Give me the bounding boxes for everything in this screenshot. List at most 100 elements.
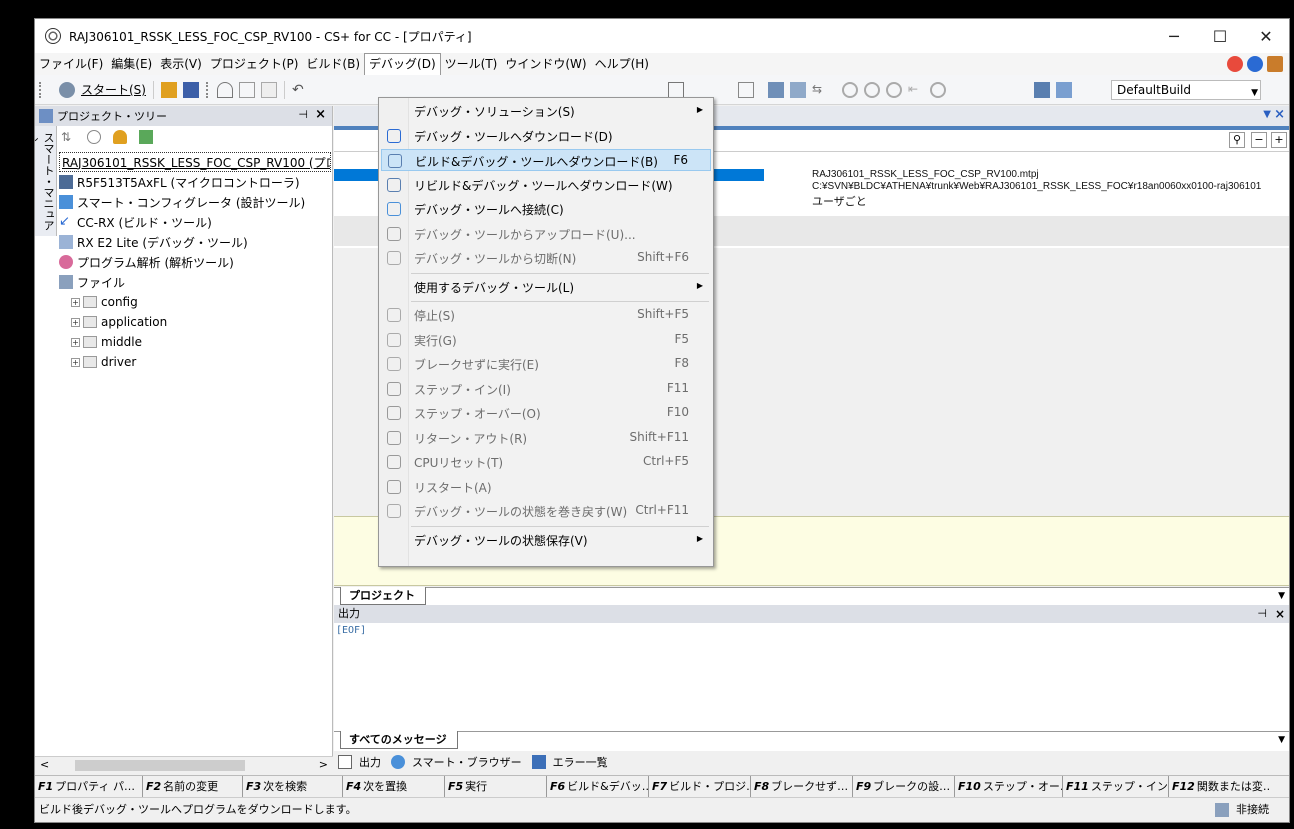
debug-menu-item[interactable]: ステップ・オーバー(O) F10 — [381, 402, 711, 424]
debug-menu-item[interactable]: デバッグ・ツールの状態保存(V) ▶ — [381, 529, 711, 551]
tab-project[interactable]: プロジェクト — [340, 587, 426, 605]
bug-icon[interactable] — [692, 82, 708, 98]
collapse-icon[interactable]: − — [1251, 132, 1267, 148]
tree-item-debug-tool[interactable]: RX E2 Lite (デバッグ・ツール) — [59, 232, 331, 252]
tab-smart-browser[interactable]: スマート・ブラウザー — [391, 754, 522, 770]
sort-icon[interactable]: ⇅ — [61, 130, 75, 144]
paste-icon[interactable] — [260, 81, 277, 98]
tree-folder-middle[interactable]: + middle — [59, 332, 331, 352]
tab-output[interactable]: 出力 — [338, 754, 381, 770]
undo-icon[interactable]: ↶ — [292, 82, 308, 98]
refresh-icon[interactable] — [139, 130, 153, 144]
tree-folder-config[interactable]: + config — [59, 292, 331, 312]
debug-menu-item[interactable]: リビルド&デバッグ・ツールへダウンロード(W) — [381, 174, 711, 196]
tree-item-smart-configurator[interactable]: スマート・コンフィグレータ (設計ツール) — [59, 192, 331, 212]
debug-menu-item[interactable]: デバッグ・ツールへ接続(C) — [381, 198, 711, 220]
menu-window[interactable]: ウインドウ(W) — [501, 53, 590, 75]
clock-icon[interactable] — [87, 130, 101, 144]
menu-help[interactable]: ヘルプ(H) — [591, 53, 653, 75]
expand-icon[interactable]: + — [71, 317, 80, 327]
stop-icon[interactable] — [842, 82, 858, 98]
copy-icon[interactable] — [238, 81, 255, 98]
expand-icon[interactable]: + — [71, 337, 80, 347]
fkey-f10[interactable]: F10 ステップ・オー… — [955, 776, 1063, 798]
fkey-f2[interactable]: F2 名前の変更 — [143, 776, 243, 798]
close-button[interactable]: ✕ — [1243, 19, 1289, 53]
menu-project[interactable]: プロジェクト(P) — [206, 53, 303, 75]
tree-folder-application[interactable]: + application — [59, 312, 331, 332]
debug-menu-item[interactable]: CPUリセット(T) Ctrl+F5 — [381, 451, 711, 473]
menu-tools[interactable]: ツール(T) — [441, 53, 502, 75]
debug-menu-item[interactable]: 使用するデバッグ・ツール(L) ▶ — [381, 276, 711, 298]
search-icon[interactable]: ⚲ — [1229, 132, 1245, 148]
tab-all-messages[interactable]: すべてのメッセージ — [340, 731, 458, 749]
rewind-icon[interactable] — [930, 82, 946, 98]
expand-icon[interactable]: + — [71, 357, 80, 367]
fkey-f3[interactable]: F3 次を検索 — [243, 776, 343, 798]
close-icon[interactable]: × — [1274, 107, 1285, 122]
menu-file[interactable]: ファイル(F) — [35, 53, 107, 75]
tree-horizontal-scrollbar[interactable]: < > — [35, 756, 333, 774]
run-icon[interactable] — [864, 82, 880, 98]
debug-menu-item[interactable]: 実行(G) F5 — [381, 329, 711, 351]
tree-item-analysis-tool[interactable]: プログラム解析 (解析ツール) — [59, 252, 331, 272]
tree-root-project[interactable]: RAJ306101_RSSK_LESS_FOC_CSP_RV100 (プロジ — [59, 152, 331, 172]
fkey-f7[interactable]: F7 ビルド・プロジ… — [649, 776, 751, 798]
debug-menu-item[interactable]: ステップ・イン(I) F11 — [381, 378, 711, 400]
debug-menu-item[interactable]: リターン・アウト(R) Shift+F11 — [381, 427, 711, 449]
pin-icon[interactable]: ⊣ — [298, 108, 308, 121]
tab-error-list[interactable]: エラー一覧 — [531, 754, 608, 770]
debug-menu-item[interactable]: デバッグ・ツールの状態を巻き戻す(W) Ctrl+F11 — [381, 500, 711, 522]
open-icon[interactable] — [160, 81, 177, 98]
cut-icon[interactable] — [216, 81, 233, 98]
rebuild-project-icon[interactable] — [1056, 82, 1072, 98]
scroll-left-icon[interactable]: < — [40, 758, 49, 771]
tree-item-build-tool[interactable]: ↙ CC-RX (ビルド・ツール) — [59, 212, 331, 232]
menu-build[interactable]: ビルド(B) — [302, 53, 364, 75]
scroll-thumb[interactable] — [75, 760, 245, 771]
build-project-icon[interactable] — [1034, 82, 1050, 98]
chevron-down-icon[interactable]: ▼ — [1278, 591, 1285, 601]
debug-menu-item[interactable]: デバッグ・ツールから切断(N) Shift+F6 — [381, 247, 711, 269]
debug-menu-item[interactable]: デバッグ・ツールへダウンロード(D) — [381, 125, 711, 147]
print-icon[interactable] — [1267, 56, 1283, 72]
run-no-break-icon[interactable] — [886, 82, 902, 98]
output-body[interactable]: [EOF] — [334, 623, 1289, 731]
maximize-button[interactable]: ☐ — [1197, 19, 1243, 53]
property-file-name[interactable]: RAJ306101_RSSK_LESS_FOC_CSP_RV100.mtpj — [812, 169, 1039, 181]
debug-menu-item[interactable]: 停止(S) Shift+F5 — [381, 304, 711, 326]
tree-item-microcontroller[interactable]: R5F513T5AxFL (マイクロコントローラ) — [59, 172, 331, 192]
build-config-select[interactable]: DefaultBuild ▼ — [1111, 80, 1261, 100]
fkey-f11[interactable]: F11 ステップ・イン — [1063, 776, 1169, 798]
property-file-path[interactable]: C:¥SVN¥BLDC¥ATHENA¥trunk¥Web¥RAJ306101_R… — [812, 181, 1261, 193]
smart-manual-tab[interactable]: スマート・マニュアル — [35, 126, 57, 236]
debug-menu-item[interactable]: ブレークせずに実行(E) F8 — [381, 353, 711, 375]
menu-view[interactable]: 表示(V) — [156, 53, 206, 75]
fkey-f5[interactable]: F5 実行 — [445, 776, 547, 798]
close-icon[interactable]: × — [315, 107, 326, 122]
build-download-icon[interactable] — [768, 82, 784, 98]
debug-menu-item[interactable]: デバッグ・ソリューション(S) ▶ — [381, 100, 711, 122]
fkey-f9[interactable]: F9 ブレークの設… — [853, 776, 955, 798]
fkey-f12[interactable]: F12 関数または変… — [1169, 776, 1271, 798]
debug-menu-item[interactable]: デバッグ・ツールからアップロード(U)... — [381, 223, 711, 245]
expand-icon[interactable]: + — [71, 297, 80, 307]
debug-tool-icon[interactable] — [668, 82, 684, 98]
start-button[interactable]: スタート(S) — [53, 81, 149, 98]
fkey-f6[interactable]: F6 ビルド&デバッ… — [547, 776, 649, 798]
save-icon[interactable] — [182, 81, 199, 98]
minimize-button[interactable]: ─ — [1151, 19, 1197, 53]
restart-icon[interactable]: ⇆ — [812, 82, 828, 98]
close-icon[interactable]: × — [1275, 605, 1285, 623]
user-icon[interactable] — [113, 130, 127, 144]
dropdown-icon[interactable]: ▼ — [1263, 109, 1271, 120]
window-icon[interactable] — [738, 82, 754, 98]
feedback-icon[interactable] — [1227, 56, 1243, 72]
pin-icon[interactable]: ⊣ — [1257, 605, 1267, 623]
fkey-f4[interactable]: F4 次を置換 — [343, 776, 445, 798]
fkey-f1[interactable]: F1 プロパティ パ… — [35, 776, 143, 798]
property-save-mode[interactable]: ユーザごと — [812, 193, 867, 208]
expand-all-icon[interactable]: + — [1271, 132, 1287, 148]
cpu-reset-icon[interactable]: ⇤ — [908, 82, 924, 98]
menu-edit[interactable]: 編集(E) — [107, 53, 156, 75]
